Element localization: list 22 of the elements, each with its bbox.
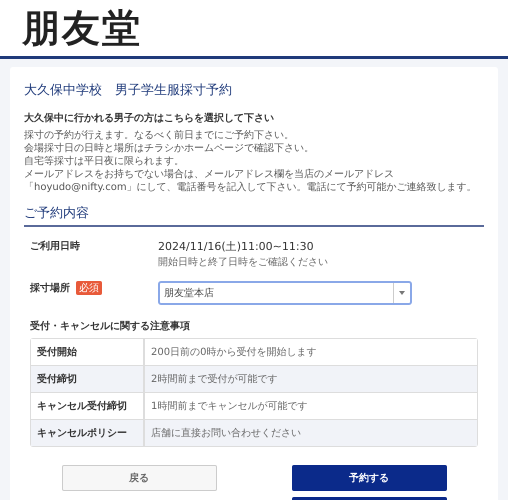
intro-heading: 大久保中に行かれる男子の方はこちらを選択して下さい (24, 111, 275, 125)
row-header: キャンセルポリシー (31, 420, 145, 446)
table-cell-text: 店舗に直接お問い合わせください (150, 426, 302, 441)
back-button[interactable]: 戻る (62, 465, 216, 491)
intro-text: 自宅等採寸は平日夜に限られます。 (24, 155, 185, 168)
notice-title: 受付・キャンセルに関する注意事項 (30, 319, 191, 333)
field-label: ご利用日時 (30, 240, 80, 253)
reserve-button[interactable]: 予約する (292, 465, 446, 491)
date-time-value: 2024/11/16(土)11:00~11:30 (158, 239, 315, 254)
location-select[interactable]: 朋友堂本店 (158, 281, 412, 305)
page-title: 大久保中学校 男子学生服採寸予約 (24, 82, 233, 99)
section-title: ご予約内容 (24, 204, 484, 227)
field-label: 採寸場所 (30, 282, 70, 295)
table-cell-text: 200日前の0時から受付を開始します (150, 346, 318, 360)
logo: 朋友堂 (22, 4, 142, 52)
table-cell-text: 2時間前まで受付が可能です (150, 372, 278, 387)
intro-text: メールアドレスをお持ちでない場合は、メールアドレス欄を当店のメールアドレス「hoyudo@nifty.com」にして、電話番号を記入して下さい。電話にて予約可能かご連絡致します。 (24, 168, 478, 194)
table-cell-text: 1時間前までキャンセルが可能です (150, 400, 308, 414)
date-time-note: 開始日時と終了日時をご確認ください (158, 256, 329, 269)
intro-text: 会場採寸日の日時と場所はチラシかホームページで確認下さい。 (24, 142, 315, 155)
required-badge: 必須 (76, 281, 102, 295)
intro-text: 採寸の予約が行えます。なるべく前日までにご予約下さい。 (24, 129, 295, 142)
